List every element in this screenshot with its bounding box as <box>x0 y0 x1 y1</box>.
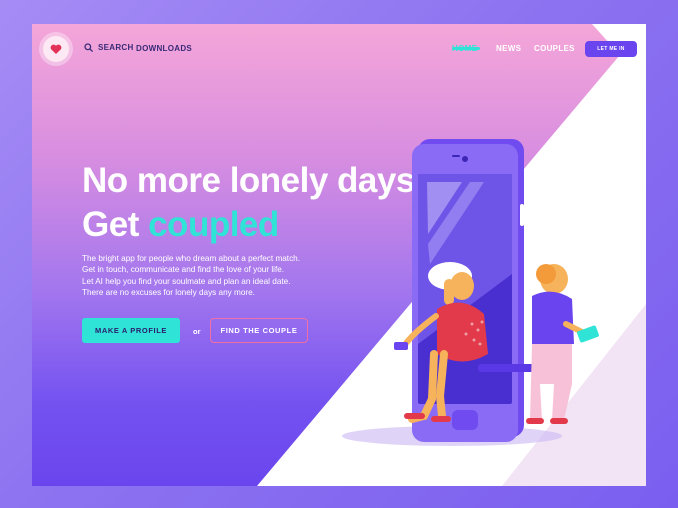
mouse-scroll-icon[interactable] <box>332 456 344 476</box>
description-line: The bright app for people who dream abou… <box>82 254 301 263</box>
nav-news[interactable]: NEWS <box>496 44 521 53</box>
description-line: There are no excuses for lonely days any… <box>82 287 255 297</box>
description-line: Let AI help you find your soulmate and p… <box>82 276 291 286</box>
headline-word-get: Get <box>82 205 139 244</box>
logo[interactable] <box>43 36 69 62</box>
search-icon <box>84 43 93 52</box>
search-link[interactable]: SEARCH <box>84 43 134 52</box>
or-text: or <box>193 327 201 336</box>
downloads-link[interactable]: DOWNLOADS <box>136 44 192 53</box>
make-profile-button[interactable]: MAKE A PROFILE <box>82 318 180 343</box>
let-me-in-button[interactable]: LET ME IN <box>585 41 637 57</box>
heart-icon <box>50 44 62 54</box>
landing-page: SEARCH DOWNLOADS HOME NEWS COUPLES LET M… <box>32 24 646 486</box>
headline-line-1: No more lonely days <box>82 162 412 200</box>
headline-line-2: Get coupled <box>82 205 279 245</box>
woman-reading-figure <box>526 264 599 424</box>
search-label: SEARCH <box>98 43 134 52</box>
scroll-wheel <box>336 461 339 468</box>
hero-description: The bright app for people who dream abou… <box>82 253 402 298</box>
find-couple-button[interactable]: FIND THE COUPLE <box>210 318 308 343</box>
nav-home-indicator <box>452 47 480 50</box>
nav-couples[interactable]: COUPLES <box>534 44 575 53</box>
headline-word-coupled: coupled <box>148 205 279 244</box>
description-line: Get in touch, communicate and find the l… <box>82 265 285 275</box>
